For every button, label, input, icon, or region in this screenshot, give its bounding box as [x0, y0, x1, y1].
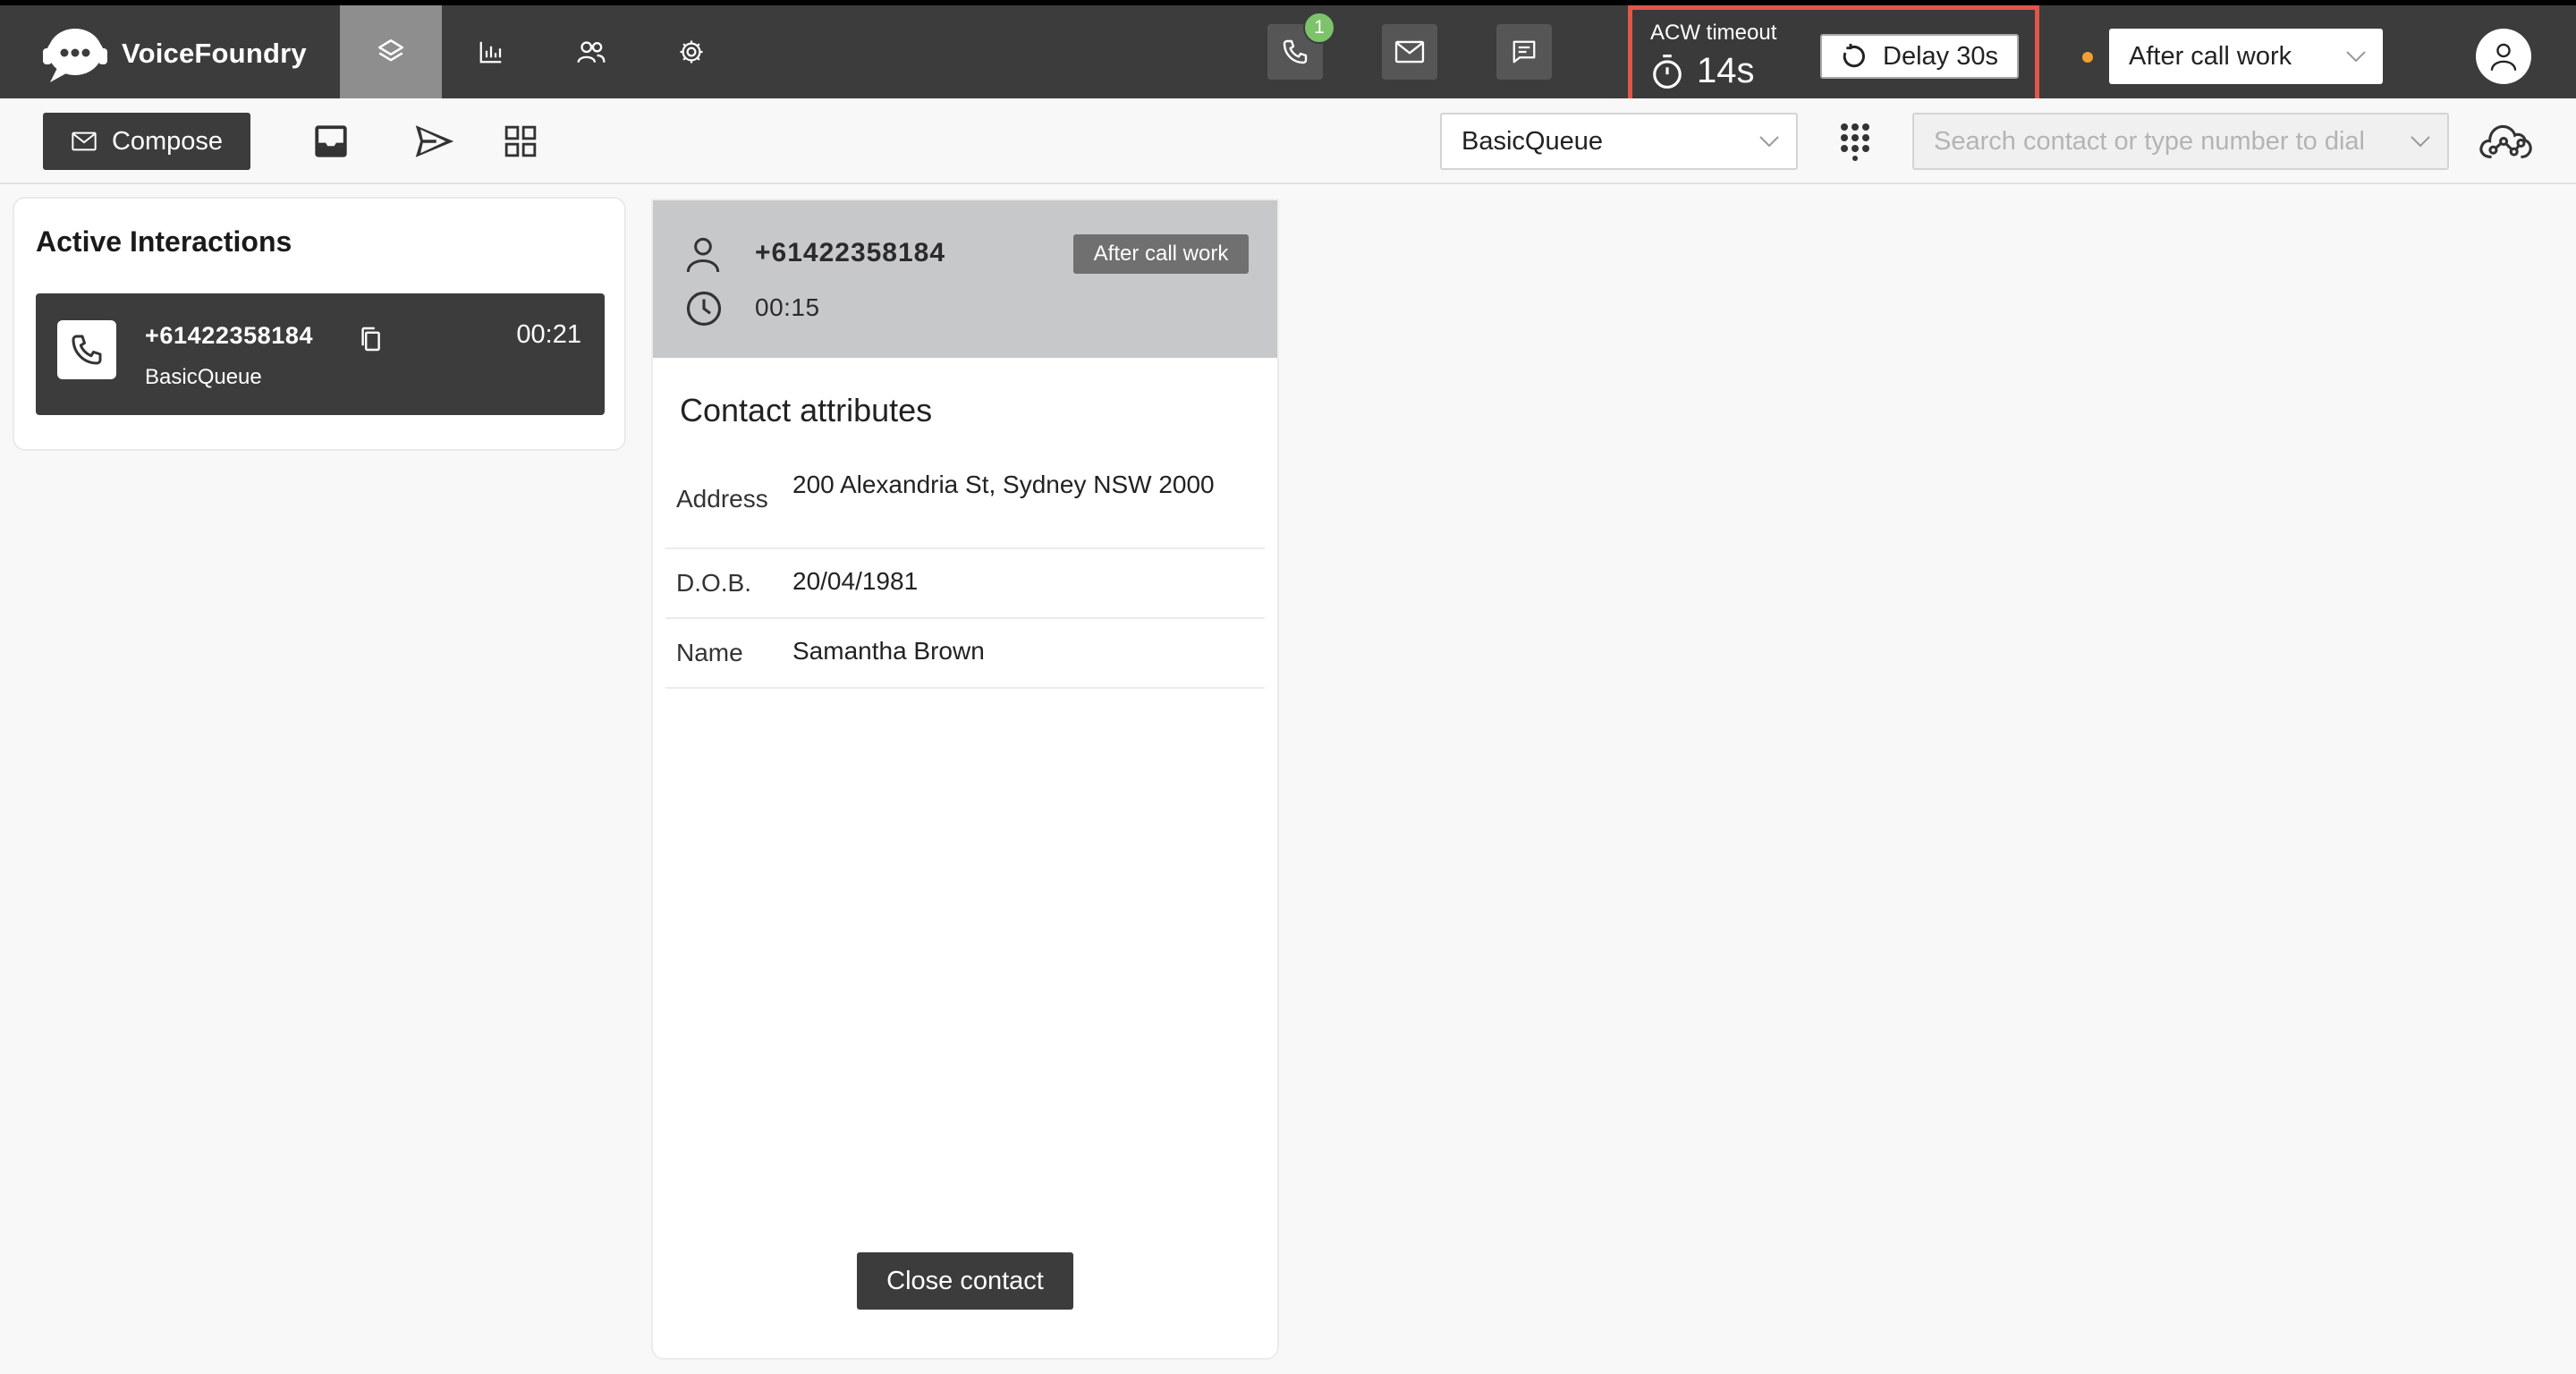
nav-contacts[interactable] — [540, 5, 642, 98]
compose-button[interactable]: Compose — [43, 113, 250, 170]
brand-name: VoiceFoundry — [122, 38, 307, 69]
contact-phone: +61422358184 — [755, 238, 946, 267]
panel-title: Active Interactions — [36, 225, 292, 258]
agent-status-value: After call work — [2129, 41, 2292, 71]
send-icon — [414, 123, 455, 159]
app-logo[interactable]: VoiceFoundry — [39, 18, 307, 89]
attribute-key: D.O.B. — [676, 569, 752, 597]
agent-status-select[interactable]: After call work — [2109, 29, 2383, 84]
interaction-card[interactable]: +61422358184 00:21 BasicQueue — [36, 293, 605, 415]
contact-state-badge: After call work — [1073, 234, 1249, 274]
mail-channel-button[interactable] — [1382, 24, 1437, 80]
stopwatch-icon — [1650, 53, 1684, 90]
user-icon — [2489, 41, 2518, 72]
connect-status-button[interactable] — [2474, 116, 2537, 166]
interaction-phone: +61422358184 — [145, 322, 314, 349]
grid-icon — [504, 124, 538, 158]
contact-attributes-title: Contact attributes — [680, 392, 933, 428]
nav-reports[interactable] — [440, 5, 542, 98]
acw-timeout-panel: ACW timeout 14s Delay 30s — [1628, 5, 2039, 107]
attribute-value: 200 Alexandria St, Sydney NSW 2000 — [792, 471, 1215, 498]
status-indicator-dot — [2082, 52, 2093, 63]
attribute-value: Samantha Brown — [792, 637, 985, 665]
mail-icon — [71, 131, 97, 151]
acw-countdown-value: 14s — [1697, 51, 1755, 90]
chat-icon — [1511, 38, 1538, 65]
chat-bubble-headset-icon — [39, 21, 109, 86]
attribute-row: Name Samantha Brown — [665, 619, 1265, 689]
attribute-key: Name — [676, 639, 743, 666]
users-icon — [576, 38, 606, 65]
attribute-row: D.O.B. 20/04/1981 — [665, 549, 1265, 619]
dialpad-button[interactable] — [1830, 116, 1880, 166]
contact-elapsed-time: 00:15 — [755, 293, 820, 321]
acw-countdown: 14s — [1650, 51, 1755, 91]
contact-header: +61422358184 After call work 00:15 — [653, 200, 1277, 358]
contact-search-input[interactable] — [1934, 114, 2399, 168]
delay-button[interactable]: Delay 30s — [1820, 34, 2019, 79]
chevron-down-icon — [1758, 135, 1780, 148]
phone-notification-badge: 1 — [1303, 12, 1335, 44]
compose-button-label: Compose — [111, 126, 224, 156]
attribute-row: Address 200 Alexandria St, Sydney NSW 20… — [665, 458, 1265, 549]
phone-icon — [1281, 38, 1309, 66]
queue-select-value: BasicQueue — [1462, 126, 1603, 156]
user-avatar[interactable] — [2476, 29, 2531, 84]
interaction-type — [57, 320, 116, 379]
contact-detail-panel: +61422358184 After call work 00:15 Conta… — [651, 199, 1279, 1360]
gear-icon — [678, 38, 705, 65]
phone-channel-button[interactable]: 1 — [1267, 12, 1335, 80]
sent-button[interactable] — [410, 116, 460, 166]
cloud-network-icon — [2478, 118, 2533, 165]
grid-view-button[interactable] — [496, 116, 546, 166]
nav-settings[interactable] — [640, 5, 742, 98]
queue-select[interactable]: BasicQueue — [1440, 113, 1798, 170]
attribute-key: Address — [676, 485, 768, 513]
interaction-duration: 00:21 — [516, 320, 581, 349]
acw-timeout-label: ACW timeout — [1650, 21, 1777, 45]
chevron-down-icon — [2410, 135, 2431, 148]
copy-icon[interactable] — [360, 326, 381, 352]
inbox-button[interactable] — [306, 116, 356, 166]
layers-icon — [376, 37, 406, 67]
user-icon — [685, 234, 721, 274]
close-contact-button[interactable]: Close contact — [857, 1252, 1073, 1310]
top-bar: VoiceFoundry 1 ACW timeout 14s Delay 30s… — [0, 0, 2576, 107]
attribute-value: 20/04/1981 — [792, 567, 919, 595]
chat-channel-button[interactable] — [1496, 24, 1552, 80]
contact-search[interactable] — [1912, 113, 2449, 170]
active-interactions-panel: Active Interactions +61422358184 00:21 B… — [13, 197, 626, 451]
clock-icon — [685, 290, 723, 327]
mail-icon — [1394, 40, 1425, 64]
phone-icon — [69, 332, 105, 368]
refresh-icon — [1840, 42, 1868, 71]
toolbar: Compose BasicQueue — [0, 98, 2576, 184]
inbox-icon — [312, 123, 350, 160]
bar-chart-icon — [478, 38, 504, 65]
nav-workspace[interactable] — [340, 5, 442, 98]
interaction-queue: BasicQueue — [145, 365, 262, 389]
delay-button-label: Delay 30s — [1883, 41, 1998, 71]
chevron-down-icon — [2345, 50, 2367, 63]
dialpad-icon — [1839, 122, 1871, 161]
